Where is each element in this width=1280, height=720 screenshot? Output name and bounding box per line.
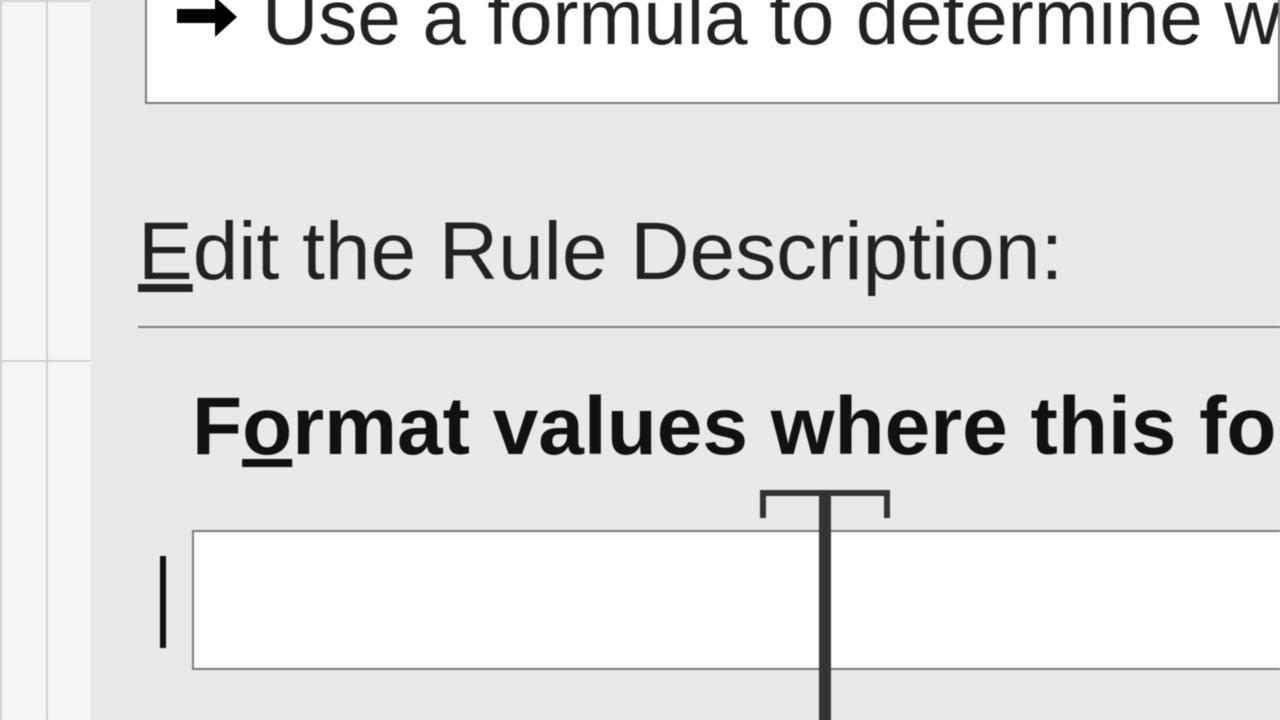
formula-input[interactable] xyxy=(192,530,1280,670)
accelerator-underline: o xyxy=(242,381,292,472)
text-caret xyxy=(160,556,166,648)
arrow-right-icon xyxy=(177,0,237,37)
format-values-heading: Format values where this form xyxy=(192,380,1280,474)
rule-type-option-formula[interactable]: Use a formula to determine w xyxy=(147,0,1278,102)
heading-prefix: F xyxy=(192,381,242,472)
spreadsheet-grid-background xyxy=(0,0,90,720)
accelerator-underline: E xyxy=(138,206,193,297)
label-rest: dit the Rule Description: xyxy=(193,206,1064,297)
rule-description-panel: Format values where this form xyxy=(138,326,1280,328)
rule-type-option-label: Use a formula to determine w xyxy=(262,0,1278,63)
rule-type-list[interactable]: Use a formula to determine w xyxy=(145,0,1280,104)
edit-rule-description-label: Edit the Rule Description: xyxy=(138,205,1063,299)
heading-rest: rmat values where this form xyxy=(292,381,1280,472)
